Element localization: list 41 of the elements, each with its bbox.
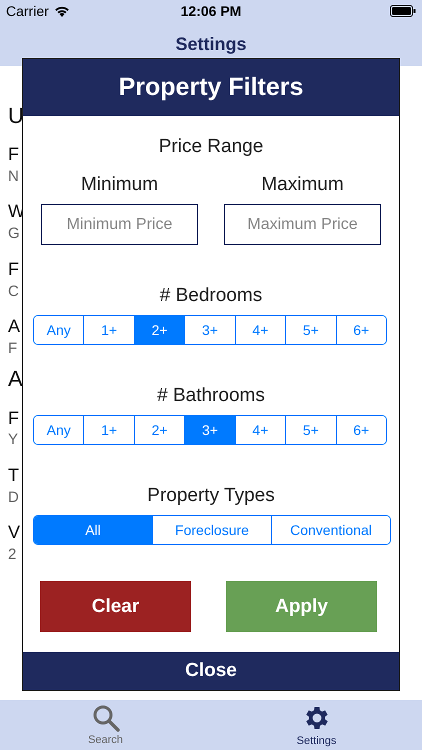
settings-text: T (8, 466, 19, 486)
price-label: Minimum (80, 174, 158, 196)
settings-text: C (8, 284, 19, 300)
price-field[interactable]: Maximum Price (224, 204, 381, 245)
battery-icon (390, 5, 416, 17)
settings-text: F (8, 340, 18, 358)
segment-option[interactable]: Conventional (271, 516, 390, 544)
settings-text: V (8, 523, 20, 543)
price-label: Maximum (261, 174, 344, 196)
section-title: # Bathrooms (156, 385, 266, 407)
settings-text: F (8, 260, 19, 280)
price-field[interactable]: Minimum Price (41, 204, 198, 245)
section-title: Price Range (158, 136, 264, 158)
search-icon (92, 704, 120, 732)
settings-text: Y (8, 432, 18, 449)
tab-bar-item[interactable]: Search (0, 700, 211, 750)
apply-button[interactable]: Apply (226, 581, 377, 632)
settings-text: F (8, 145, 19, 165)
segment-option[interactable]: 3+ (184, 416, 235, 444)
segment-option[interactable]: 2+ (134, 316, 184, 344)
settings-text: 2 (8, 546, 16, 564)
segment-option[interactable]: 6+ (336, 316, 386, 344)
segment-option[interactable]: All (34, 516, 152, 544)
segment-option[interactable]: 6+ (336, 416, 386, 444)
settings-text: N (8, 168, 19, 186)
tab-bar-item[interactable]: Settings (211, 700, 422, 750)
settings-text: A (8, 317, 20, 337)
settings-text: G (8, 226, 20, 243)
settings-text: A (8, 367, 23, 392)
status-time: 12:06 PM (180, 3, 242, 19)
carrier-label: Carrier (6, 3, 49, 19)
settings-text: D (8, 490, 19, 506)
section-title: Property Types (146, 485, 276, 507)
nav-title: Settings (174, 32, 248, 56)
dialog-title: Property Filters (23, 59, 399, 116)
settings-text: U (8, 104, 24, 128)
clear-button[interactable]: Clear (40, 581, 191, 632)
wifi-icon (54, 5, 70, 17)
settings-text: F (8, 408, 19, 428)
section-title: # Bedrooms (158, 285, 264, 307)
close-button[interactable]: Close (23, 652, 399, 690)
